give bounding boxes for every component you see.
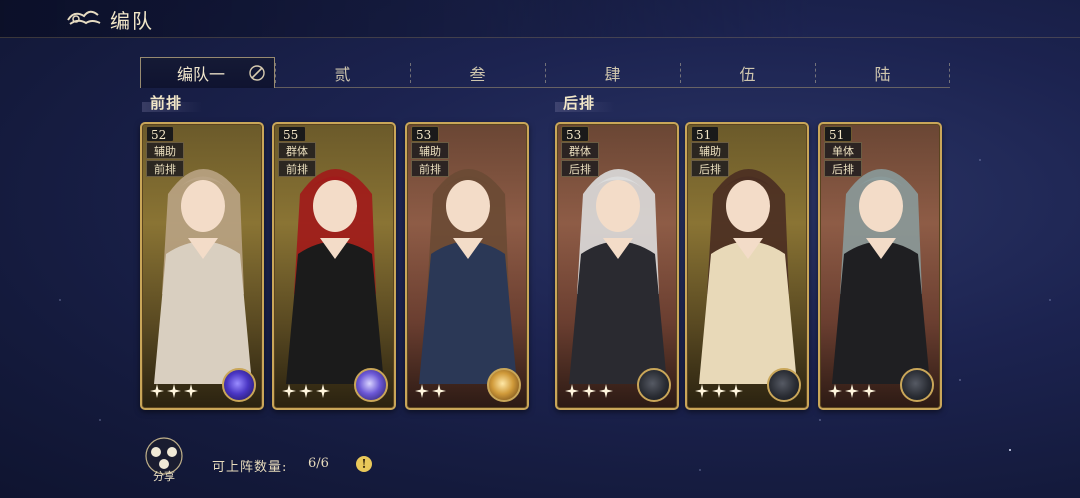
star-icon [282, 384, 296, 398]
character-card[interactable]: 52 辅助 前排 [140, 122, 264, 410]
element-emblem-icon [354, 368, 388, 402]
tab-divider [949, 63, 950, 83]
star-icon [565, 384, 579, 398]
star-rating [282, 384, 330, 398]
element-emblem-icon [487, 368, 521, 402]
level-badge: 53 [411, 126, 439, 142]
position-tag: 前排 [411, 160, 449, 177]
role-tag: 辅助 [146, 142, 184, 159]
rename-icon[interactable] [248, 64, 266, 82]
star-icon [582, 384, 596, 398]
element-emblem-icon [222, 368, 256, 402]
star-icon [828, 384, 842, 398]
star-icon [862, 384, 876, 398]
character-card[interactable]: 55 群体 前排 [272, 122, 396, 410]
star-icon [316, 384, 330, 398]
star-icon [729, 384, 743, 398]
role-tag: 辅助 [691, 142, 729, 159]
star-rating [695, 384, 743, 398]
star-icon [599, 384, 613, 398]
share-label: 分享 [153, 470, 175, 483]
level-badge: 51 [824, 126, 852, 142]
back-row-label: 后排 [554, 94, 616, 112]
role-tag: 群体 [278, 142, 316, 159]
level-badge: 51 [691, 126, 719, 142]
team-tabs: 编队一 贰 叁 肆 伍 陆 [140, 57, 950, 88]
character-card[interactable]: 51 辅助 后排 [685, 122, 809, 410]
element-emblem-icon [900, 368, 934, 402]
level-badge: 52 [146, 126, 174, 142]
front-row-label: 前排 [141, 94, 203, 112]
role-tag: 辅助 [411, 142, 449, 159]
deploy-count-label: 可上阵数量: [212, 460, 288, 475]
tab-team-1[interactable]: 编队一 [140, 57, 275, 88]
tab-team-3[interactable]: 叁 [410, 57, 545, 88]
star-icon [299, 384, 313, 398]
star-rating [565, 384, 613, 398]
character-card[interactable]: 51 单体 后排 [818, 122, 942, 410]
position-tag: 后排 [561, 160, 599, 177]
role-tag: 单体 [824, 142, 862, 159]
star-rating [828, 384, 876, 398]
star-rating [150, 384, 198, 398]
element-emblem-icon [767, 368, 801, 402]
level-badge: 53 [561, 126, 589, 142]
position-tag: 后排 [691, 160, 729, 177]
deploy-count-value: 6/6 [308, 456, 329, 471]
role-tag: 群体 [561, 142, 599, 159]
tab-label: 编队一 [177, 65, 226, 84]
page-title: 编队 [110, 9, 154, 33]
position-tag: 前排 [146, 160, 184, 177]
tab-team-6[interactable]: 陆 [815, 57, 950, 88]
star-icon [695, 384, 709, 398]
element-emblem-icon [637, 368, 671, 402]
star-rating [415, 384, 446, 398]
character-card[interactable]: 53 辅助 前排 [405, 122, 529, 410]
cloud-back-icon[interactable] [64, 6, 104, 32]
star-icon [150, 384, 164, 398]
tab-team-4[interactable]: 肆 [545, 57, 680, 88]
tab-team-2[interactable]: 贰 [275, 57, 410, 88]
star-icon [184, 384, 198, 398]
position-tag: 后排 [824, 160, 862, 177]
star-icon [167, 384, 181, 398]
level-badge: 55 [278, 126, 306, 142]
character-card[interactable]: 53 群体 后排 [555, 122, 679, 410]
star-icon [432, 384, 446, 398]
help-icon[interactable]: ! [356, 456, 372, 472]
tab-team-5[interactable]: 伍 [680, 57, 815, 88]
position-tag: 前排 [278, 160, 316, 177]
star-icon [712, 384, 726, 398]
star-icon [415, 384, 429, 398]
star-icon [845, 384, 859, 398]
header-bar: 编队 [0, 0, 1080, 38]
